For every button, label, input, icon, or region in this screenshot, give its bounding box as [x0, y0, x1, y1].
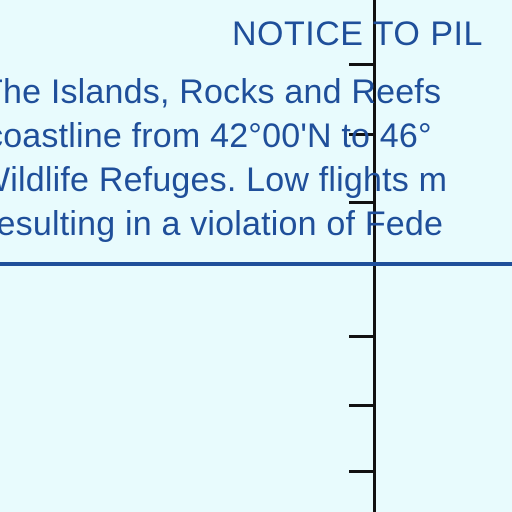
notice-text-line: coastline from 42°00'N to 46° — [0, 117, 432, 155]
meridian-tick — [349, 470, 374, 473]
notice-title: NOTICE TO PIL — [232, 15, 483, 53]
meridian-tick — [349, 335, 374, 338]
notice-text-line: resulting in a violation of Fede — [0, 205, 444, 243]
notice-text-line: Wildlife Refuges. Low flights m — [0, 161, 448, 199]
chart-map: NOTICE TO PIL The Islands, Rocks and Ree… — [0, 0, 512, 512]
meridian-tick — [349, 404, 374, 407]
meridian-tick — [349, 63, 374, 66]
notice-border-rule — [0, 262, 512, 266]
notice-text-line: The Islands, Rocks and Reefs — [0, 73, 442, 111]
